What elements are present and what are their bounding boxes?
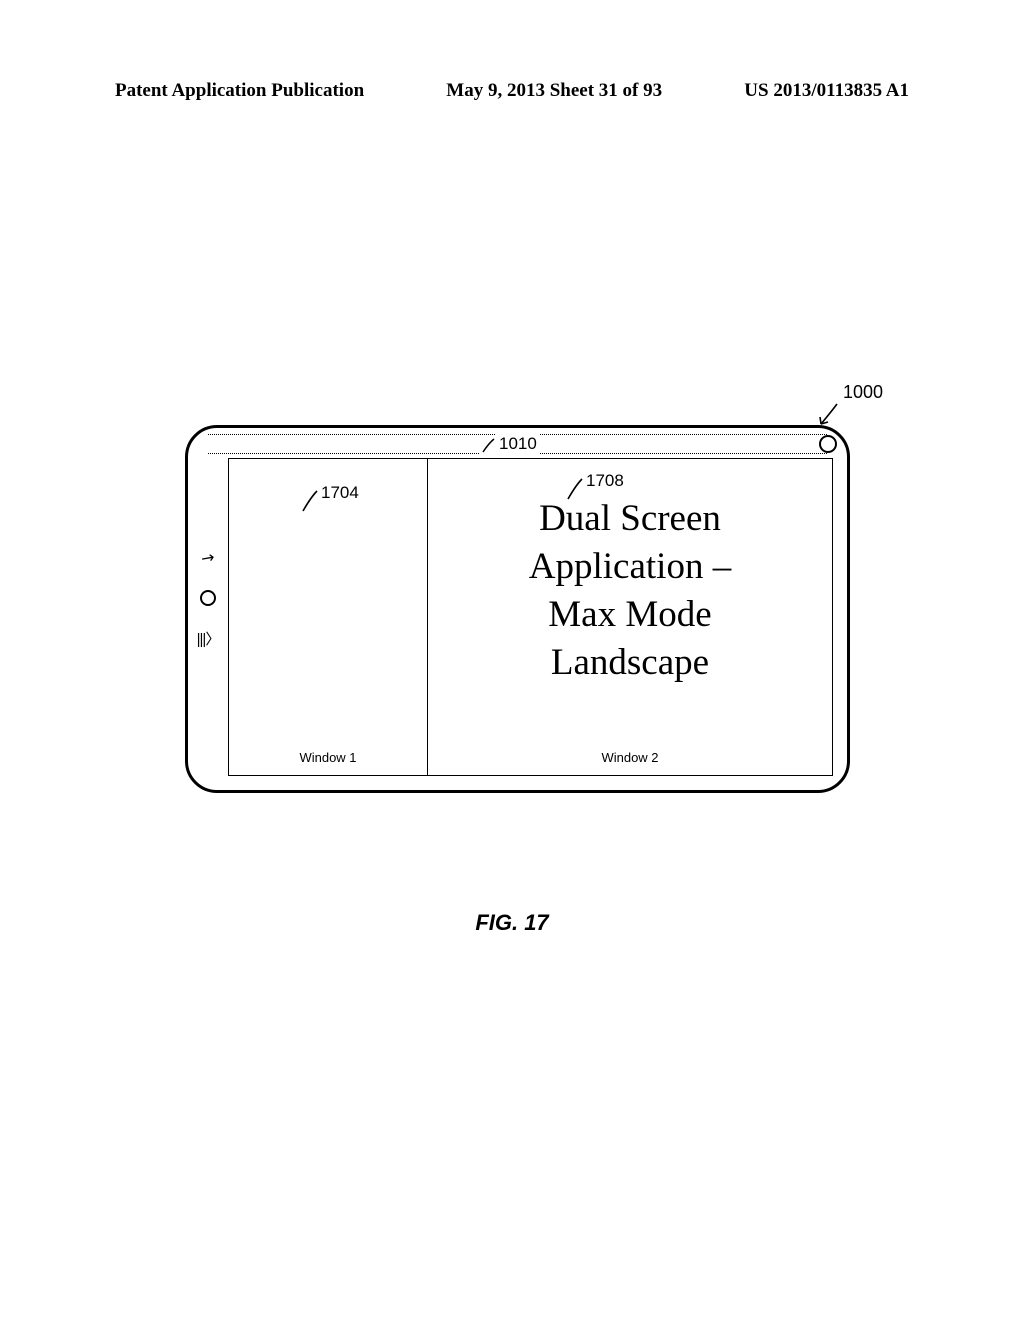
window-2: 1708 Dual Screen Application – Max Mode … bbox=[428, 459, 832, 775]
screen-area: 1704 Window 1 1708 Dual Screen Applicati… bbox=[228, 458, 833, 776]
figure-caption: FIG. 17 bbox=[0, 910, 1024, 936]
content-line-4: Landscape bbox=[529, 639, 731, 687]
reference-label-1010: 1010 bbox=[496, 434, 540, 454]
home-circle-icon bbox=[200, 590, 216, 606]
page-header: Patent Application Publication May 9, 20… bbox=[115, 80, 909, 102]
content-line-3: Max Mode bbox=[529, 591, 731, 639]
back-arrow-icon: ↗ bbox=[197, 546, 219, 570]
header-center: May 9, 2013 Sheet 31 of 93 bbox=[364, 80, 744, 102]
content-line-2: Application – bbox=[529, 543, 731, 591]
window-1-label: Window 1 bbox=[229, 750, 427, 765]
window-1: 1704 Window 1 bbox=[229, 459, 428, 775]
reference-label-1000: 1000 bbox=[843, 382, 883, 403]
figure-area: 1000 1010 ↗ |||〉 1704 bbox=[185, 380, 855, 793]
lead-line-1704-icon bbox=[299, 489, 321, 515]
menu-bars-icon: |||〉 bbox=[197, 628, 220, 649]
reference-label-1704: 1704 bbox=[321, 483, 359, 503]
device-controls: ↗ |||〉 bbox=[196, 548, 220, 649]
header-left: Patent Application Publication bbox=[115, 80, 364, 102]
reference-label-1708: 1708 bbox=[586, 471, 624, 491]
window-2-content: Dual Screen Application – Max Mode Lands… bbox=[529, 495, 731, 687]
header-right: US 2013/0113835 A1 bbox=[744, 80, 909, 102]
patent-page: Patent Application Publication May 9, 20… bbox=[0, 0, 1024, 1320]
camera-icon bbox=[819, 435, 837, 453]
window-2-label: Window 2 bbox=[428, 750, 832, 765]
content-line-1: Dual Screen bbox=[529, 495, 731, 543]
lead-line-1708-icon bbox=[564, 477, 586, 503]
device-frame: 1010 ↗ |||〉 1704 Window 1 bbox=[185, 425, 850, 793]
